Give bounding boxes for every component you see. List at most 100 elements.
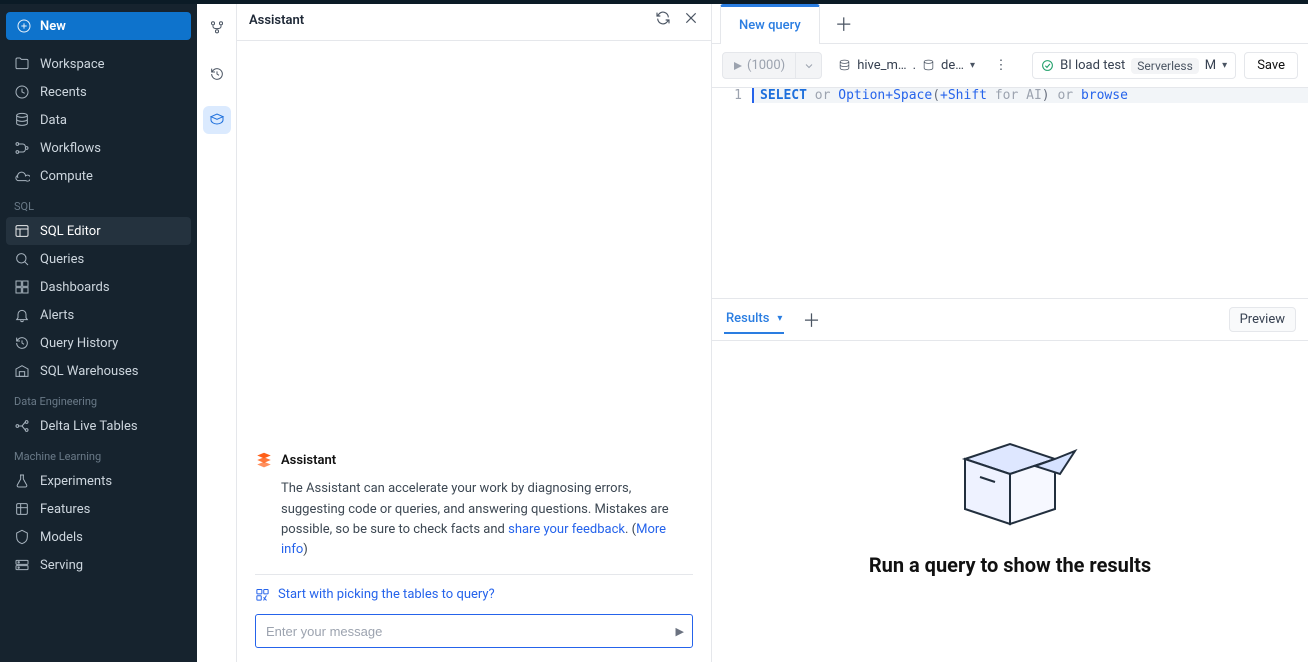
rail-history-icon[interactable] <box>203 60 231 88</box>
editor-toolbar: (1000) hive_m… . de… ▾ ⋮ BI load test Se… <box>712 44 1308 88</box>
chevron-down-icon: ▾ <box>777 313 782 324</box>
chevron-down-icon: ▾ <box>1222 60 1227 71</box>
preview-button-label: Preview <box>1240 312 1285 327</box>
code-line-1[interactable]: SELECT or Option+Space(+Shift for AI) or… <box>752 88 1308 103</box>
rail-schema-icon[interactable] <box>203 14 231 42</box>
assistant-input-box: ▶ <box>255 614 693 648</box>
delta-live-tables-icon <box>14 418 30 434</box>
sidebar-item-data[interactable]: Data <box>6 106 191 134</box>
cluster-type-chip: Serverless <box>1131 58 1199 74</box>
assistant-body: Assistant The Assistant can accelerate y… <box>237 41 711 662</box>
sidebar-item-workspace[interactable]: Workspace <box>6 50 191 78</box>
sidebar-item-label: Delta Live Tables <box>40 419 138 434</box>
sql-warehouses-icon <box>14 363 30 379</box>
close-icon[interactable] <box>683 10 699 30</box>
schema-name: de… <box>941 58 964 73</box>
new-button[interactable]: New <box>6 12 191 40</box>
new-button-label: New <box>40 19 66 34</box>
sidebar-item-compute[interactable]: Compute <box>6 162 191 190</box>
left-sidebar: New Workspace Recents Data Workflows Compute… <box>0 0 197 662</box>
sidebar-item-queries[interactable]: Queries <box>6 245 191 273</box>
sidebar-item-query-history[interactable]: Query History <box>6 329 191 357</box>
sidebar-item-dashboards[interactable]: Dashboards <box>6 273 191 301</box>
section-label-sql: SQL <box>6 190 191 217</box>
sidebar-item-alerts[interactable]: Alerts <box>6 301 191 329</box>
experiments-icon <box>14 473 30 489</box>
status-ok-icon <box>1041 59 1054 72</box>
sidebar-item-label: Features <box>40 502 90 517</box>
window-top-strip <box>0 0 1308 4</box>
sidebar-item-models[interactable]: Models <box>6 523 191 551</box>
run-button[interactable]: (1000) <box>722 52 822 79</box>
rail-assistant-icon[interactable] <box>203 106 231 134</box>
plus-circle-icon <box>16 18 32 34</box>
kebab-menu-icon[interactable]: ⋮ <box>991 56 1011 76</box>
sidebar-item-label: SQL Editor <box>40 224 101 239</box>
assistant-message-input[interactable] <box>264 623 676 640</box>
sql-editor-icon <box>14 223 30 239</box>
sidebar-item-label: Compute <box>40 169 93 184</box>
feedback-link[interactable]: share your feedback <box>508 522 625 537</box>
panel-rail <box>197 0 237 662</box>
sidebar-item-label: Recents <box>40 85 87 100</box>
schema-icon <box>922 59 935 72</box>
send-icon[interactable]: ▶ <box>676 625 684 638</box>
sidebar-item-label: Data <box>40 113 67 128</box>
sidebar-item-label: Query History <box>40 336 118 351</box>
workspace-icon <box>14 56 30 72</box>
query-history-icon <box>14 335 30 351</box>
recents-icon <box>14 84 30 100</box>
data-icon <box>14 112 30 128</box>
pick-tables-hint[interactable]: Start with picking the tables to query? <box>255 587 693 602</box>
sidebar-item-label: Dashboards <box>40 280 110 295</box>
models-icon <box>14 529 30 545</box>
sidebar-item-experiments[interactable]: Experiments <box>6 467 191 495</box>
catalog-icon <box>838 59 851 72</box>
tab-label: New query <box>739 18 801 33</box>
sidebar-item-label: Workspace <box>40 57 105 72</box>
assistant-description: The Assistant can accelerate your work b… <box>255 479 693 560</box>
serving-icon <box>14 557 30 573</box>
save-button[interactable]: Save <box>1244 52 1298 79</box>
assistant-header: Assistant <box>237 0 711 41</box>
refresh-icon[interactable] <box>655 10 671 30</box>
editor-area: New query ＋ (1000) hive_m… . de… ▾ ⋮ <box>712 0 1308 662</box>
sidebar-item-sql-warehouses[interactable]: SQL Warehouses <box>6 357 191 385</box>
divider <box>255 574 693 575</box>
sidebar-item-label: Models <box>40 530 83 545</box>
sidebar-item-delta-live-tables[interactable]: Delta Live Tables <box>6 412 191 440</box>
cluster-selector[interactable]: BI load test Serverless M ▾ <box>1032 52 1236 79</box>
play-icon <box>733 61 743 71</box>
workflows-icon <box>14 140 30 156</box>
sidebar-item-workflows[interactable]: Workflows <box>6 134 191 162</box>
results-body: Run a query to show the results <box>712 341 1308 662</box>
section-label-de: Data Engineering <box>6 385 191 412</box>
cluster-size: M <box>1205 58 1216 73</box>
queries-icon <box>14 251 30 267</box>
features-icon <box>14 501 30 517</box>
sidebar-item-label: Alerts <box>40 308 74 323</box>
tab-new-query[interactable]: New query <box>720 4 820 44</box>
catalog-selector[interactable]: hive_m… . de… ▾ <box>830 53 983 78</box>
add-results-tab-icon[interactable]: ＋ <box>802 307 820 333</box>
sidebar-item-sql-editor[interactable]: SQL Editor <box>6 217 191 245</box>
catalog-name: hive_m… <box>857 58 906 73</box>
assistant-logo-icon <box>255 451 273 469</box>
run-limit-label: (1000) <box>747 58 785 73</box>
results-tab[interactable]: Results ▾ <box>724 305 784 334</box>
line-number: 1 <box>712 88 752 103</box>
preview-button[interactable]: Preview <box>1229 307 1296 332</box>
sidebar-item-label: Queries <box>40 252 84 267</box>
assistant-block-title: Assistant <box>281 453 336 468</box>
sidebar-item-serving[interactable]: Serving <box>6 551 191 579</box>
add-tab-icon[interactable]: ＋ <box>832 12 856 36</box>
section-label-ml: Machine Learning <box>6 440 191 467</box>
chevron-down-icon: ▾ <box>970 60 975 71</box>
pick-tables-hint-label: Start with picking the tables to query? <box>278 587 495 602</box>
code-editor[interactable]: 1 SELECT or Option+Space(+Shift for AI) … <box>712 88 1308 298</box>
sidebar-item-recents[interactable]: Recents <box>6 78 191 106</box>
run-dropdown-icon[interactable] <box>795 53 821 78</box>
assistant-panel: Assistant Assistant The Assistant can ac… <box>237 0 712 662</box>
alerts-icon <box>14 307 30 323</box>
sidebar-item-features[interactable]: Features <box>6 495 191 523</box>
